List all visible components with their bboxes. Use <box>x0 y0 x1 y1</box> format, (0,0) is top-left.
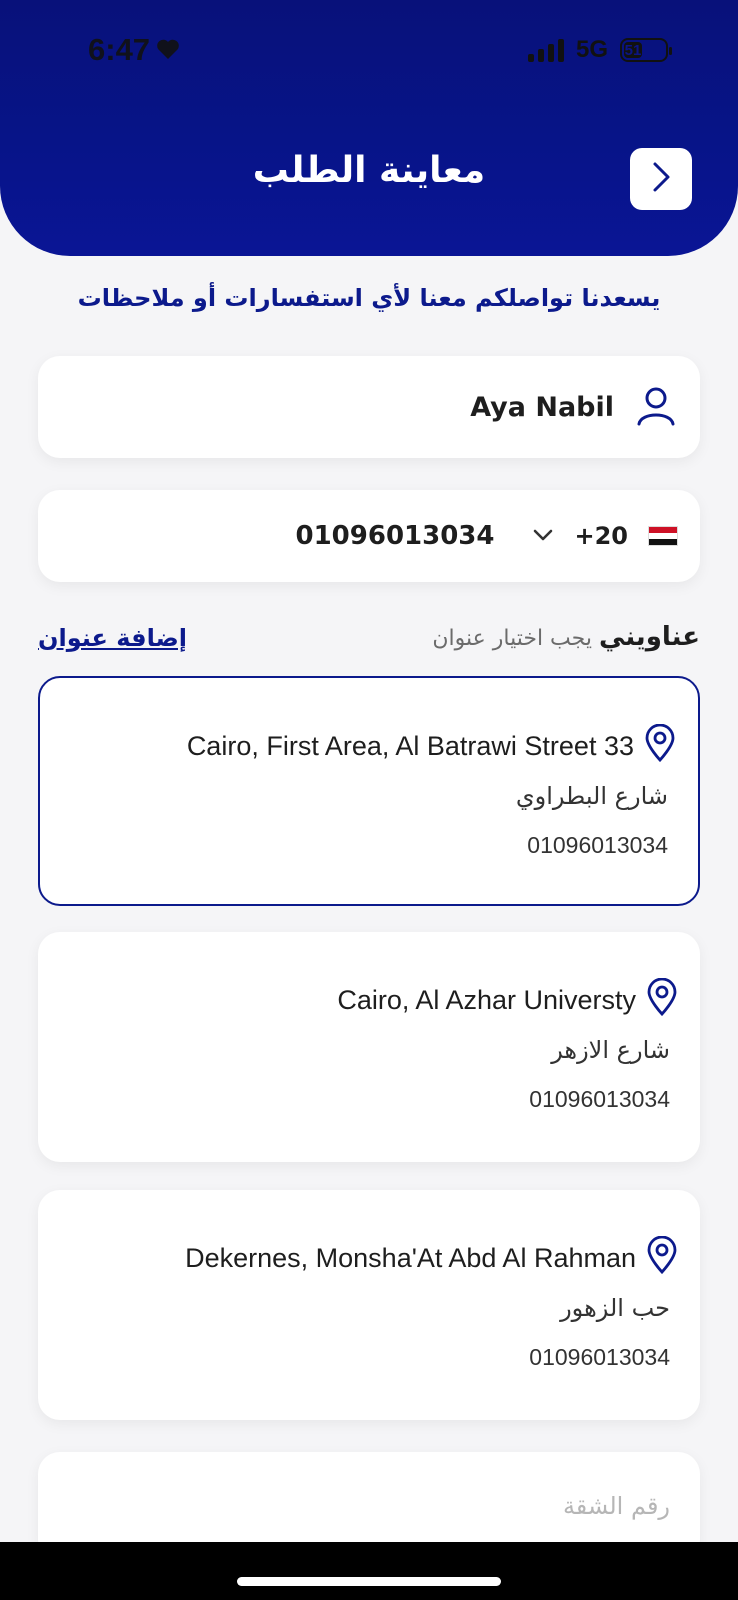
name-field[interactable]: Aya Nabil <box>38 356 700 458</box>
signal-icon <box>527 38 564 62</box>
address-card[interactable]: Cairo, Al Azhar Universty شارع الازهر 01… <box>38 932 700 1162</box>
country-code[interactable]: +20 <box>574 522 628 550</box>
addresses-hint: يجب اختيار عنوان <box>432 626 592 651</box>
addresses-title: عناويني <box>599 622 700 652</box>
address-line: Cairo, First Area, Al Batrawi Street 33 <box>186 731 634 761</box>
heart-icon <box>156 32 180 68</box>
bottom-bar <box>0 1542 738 1600</box>
address-street: حب الزهور <box>560 1294 670 1322</box>
apartment-placeholder: رقم الشقة <box>562 1492 670 1520</box>
address-card[interactable]: Dekernes, Monsha'At Abd Al Rahman حب الز… <box>38 1190 700 1420</box>
address-line: Dekernes, Monsha'At Abd Al Rahman <box>185 1243 636 1273</box>
battery-icon: 51 <box>620 38 672 62</box>
address-street: شارع البطراوي <box>515 782 668 810</box>
address-line: Cairo, Al Azhar Universty <box>337 985 636 1015</box>
address-phone: 01096013034 <box>527 832 668 858</box>
page-title: معاينة الطلب <box>252 150 486 191</box>
status-indicators: 5G 51 <box>527 36 672 64</box>
user-icon <box>634 383 678 431</box>
network-label: 5G <box>575 36 608 63</box>
addresses-header: عناويني يجب اختيار عنوان إضافة عنوان <box>38 622 700 662</box>
chevron-down-icon[interactable] <box>532 527 554 546</box>
status-time-text: 6:47 <box>88 32 151 67</box>
location-pin-icon <box>646 1235 678 1281</box>
phone-number: 01096013034 <box>295 521 495 551</box>
address-phone: 01096013034 <box>529 1086 670 1112</box>
home-indicator[interactable] <box>237 1577 501 1586</box>
user-name: Aya Nabil <box>470 391 614 423</box>
address-street: شارع الازهر <box>551 1036 670 1064</box>
battery-level: 51 <box>624 42 642 59</box>
location-pin-icon <box>646 977 678 1023</box>
status-time: 6:47 <box>88 32 180 68</box>
phone-field[interactable]: +20 01096013034 <box>38 490 700 582</box>
address-phone: 01096013034 <box>529 1344 670 1370</box>
add-address-link[interactable]: إضافة عنوان <box>38 624 187 652</box>
egypt-flag-icon <box>648 526 678 546</box>
address-card[interactable]: Cairo, First Area, Al Batrawi Street 33 … <box>38 676 700 906</box>
location-pin-icon <box>644 723 676 769</box>
contact-subtitle: يسعدنا تواصلكم معنا لأي استفسارات أو ملا… <box>77 284 661 312</box>
